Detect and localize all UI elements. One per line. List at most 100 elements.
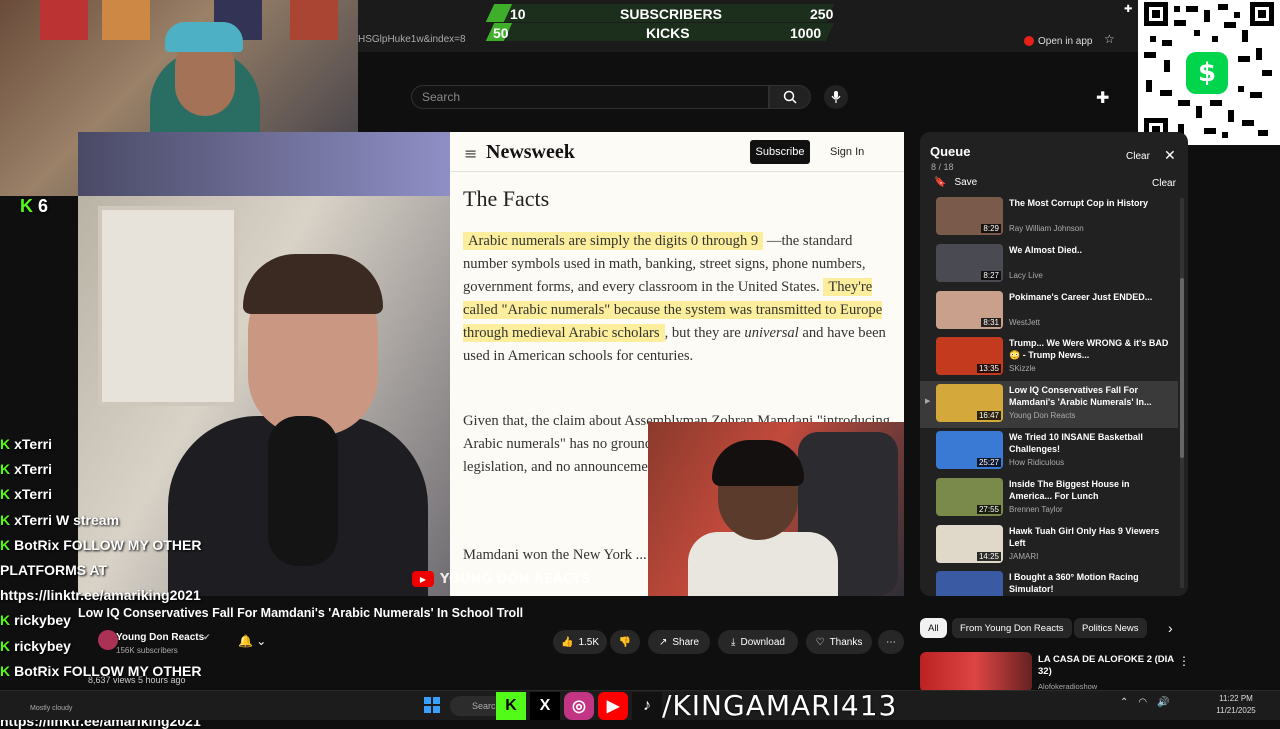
reactor-hair: [243, 254, 383, 314]
bookmark-star-icon[interactable]: ☆: [1104, 32, 1115, 46]
queue-count: 8 / 18: [931, 162, 954, 172]
sign-in-link[interactable]: Sign In: [830, 146, 864, 158]
queue-item-title[interactable]: We Tried 10 INSANE Basketball Challenges…: [1009, 431, 1169, 455]
queue-thumbnail[interactable]: 8:27: [936, 243, 1003, 282]
youtube-app-icon: [1024, 36, 1034, 46]
like-count: 1.5K: [578, 636, 600, 648]
queue-scrollbar[interactable]: [1180, 198, 1184, 588]
scrollbar-thumb[interactable]: [1180, 278, 1184, 458]
open-in-app-button[interactable]: Open in app: [1024, 32, 1093, 50]
share-label: Share: [672, 636, 700, 648]
new-tab-icon[interactable]: ✚: [1124, 4, 1138, 18]
subscribe-button[interactable]: Subscribe: [750, 140, 810, 164]
more-horizontal-icon: ⋯: [886, 636, 896, 648]
queue-thumbnail[interactable]: 14:25: [936, 524, 1003, 563]
queue-item[interactable]: ▶ 16:47 Low IQ Conservatives Fall For Mamd…: [920, 381, 1178, 428]
download-icon: ⤓: [731, 636, 736, 648]
volume-icon[interactable]: 🔊: [1157, 697, 1169, 708]
video-duration: 14:25: [976, 551, 1001, 561]
guest-webcam: [648, 422, 904, 596]
chevron-right-icon[interactable]: ›: [1168, 620, 1173, 636]
recommended-video[interactable]: LA CASA DE ALOFOKE 2 (DIA 32) Alofokerad…: [920, 652, 1190, 692]
chat-username: xTerri: [14, 461, 52, 478]
kick-follower-counter: K 6: [20, 196, 48, 217]
queue-item[interactable]: 27:55 Inside The Biggest House in America…: [920, 475, 1178, 522]
queue-thumbnail[interactable]: 27:55: [936, 477, 1003, 516]
queue-item[interactable]: 8:29 The Most Corrupt Cop in History Ray W…: [920, 194, 1178, 241]
queue-item[interactable]: 25:27 We Tried 10 INSANE Basketball Chall…: [920, 428, 1178, 475]
kick-logo-icon: K: [20, 196, 33, 216]
queue-item-title[interactable]: Hawk Tuah Girl Only Has 9 Viewers Left: [1009, 525, 1169, 549]
video-duration: 25:27: [976, 457, 1001, 467]
chevron-up-icon[interactable]: ⌃: [1120, 697, 1128, 708]
queue-item-title[interactable]: Trump... We Were WRONG & it's BAD 😳 - Tr…: [1009, 337, 1169, 361]
thanks-button[interactable]: ♡ Thanks: [806, 630, 872, 654]
system-tray[interactable]: ⌃ ◠ 🔊: [1120, 697, 1170, 708]
kick-goal-widget: 10 SUBSCRIBERS 250 50 KICKS 1000: [470, 0, 850, 44]
queue-item-title[interactable]: Low IQ Conservatives Fall For Mamdani's …: [1009, 384, 1169, 408]
address-bar-url[interactable]: HSGlpHuke1w&index=8: [358, 34, 466, 45]
chat-message: Krickybey: [0, 612, 71, 628]
queue-item[interactable]: 23:34I Bought a 360° Motion Racing Simul…: [920, 568, 1178, 596]
weather-widget[interactable]: Mostly cloudy: [30, 705, 72, 712]
goal-row-kicks: 50 KICKS 1000: [470, 21, 850, 43]
search-button[interactable]: [769, 85, 811, 109]
download-button[interactable]: ⤓ Download: [718, 630, 798, 654]
newsweek-logo: Newsweek: [486, 141, 575, 163]
chat-username: rickybey: [14, 612, 71, 629]
microphone-icon: [831, 91, 841, 103]
queue-item-channel: JAMARI: [1009, 551, 1039, 561]
youtube-logo-icon: ▶: [598, 692, 628, 720]
queue-thumbnail[interactable]: 23:34: [936, 571, 1003, 596]
queue-thumbnail[interactable]: 13:35: [936, 337, 1003, 376]
chip-politics-news[interactable]: Politics News: [1074, 618, 1147, 638]
close-icon[interactable]: ✕: [1164, 147, 1176, 164]
search-input[interactable]: Search: [411, 85, 769, 109]
queue-thumbnail[interactable]: 8:29: [936, 197, 1003, 235]
hamburger-menu-icon[interactable]: ≡: [464, 144, 477, 163]
queue-item-title[interactable]: Inside The Biggest House in America... F…: [1009, 478, 1169, 502]
queue-item-title[interactable]: I Bought a 360° Motion Racing Simulator!: [1009, 571, 1169, 595]
more-actions-button[interactable]: ⋯: [878, 630, 904, 654]
chip-from-channel[interactable]: From Young Don Reacts: [952, 618, 1072, 638]
recommended-title[interactable]: LA CASA DE ALOFOKE 2 (DIA 32): [1038, 654, 1178, 678]
windows-start-icon[interactable]: [424, 697, 440, 713]
dislike-button[interactable]: 👎: [610, 630, 640, 654]
taskbar-clock[interactable]: 11:22 PM 11/21/2025: [1205, 693, 1267, 717]
queue-clear-all-button[interactable]: Clear: [1152, 178, 1176, 189]
wifi-icon[interactable]: ◠: [1138, 697, 1147, 708]
queue-thumbnail[interactable]: 8:31: [936, 290, 1003, 329]
queue-item[interactable]: 8:31 Pokimane's Career Just ENDED... WestJ…: [920, 288, 1178, 335]
chat-message: KxTerri: [0, 436, 52, 452]
queue-thumbnail[interactable]: 25:27: [936, 430, 1003, 469]
more-options-icon[interactable]: ⋮: [1178, 654, 1190, 668]
chat-username: rickybey: [14, 637, 71, 654]
studio-microphone: [268, 416, 338, 566]
queue-item[interactable]: 13:35 Trump... We Were WRONG & it's BAD 😳…: [920, 334, 1178, 381]
queue-item[interactable]: 14:25 Hawk Tuah Girl Only Has 9 Viewers L…: [920, 522, 1178, 569]
video-duration: 13:35: [976, 364, 1001, 374]
bookshelf: [98, 206, 238, 406]
queue-item[interactable]: 8:27 We Almost Died.. Lacy Live: [920, 241, 1178, 288]
queue-thumbnail[interactable]: 16:47: [936, 384, 1003, 423]
chat-message: K BotRix FOLLOW MY OTHER: [0, 537, 201, 553]
recommended-thumbnail[interactable]: [920, 652, 1032, 692]
like-button[interactable]: 👍 1.5K: [553, 630, 607, 654]
queue-clear-button[interactable]: Clear: [1126, 151, 1150, 162]
youtube-play-icon: ▶: [412, 571, 434, 587]
queue-save-button[interactable]: 🔖 Save: [934, 177, 977, 188]
voice-search-button[interactable]: [824, 85, 848, 109]
save-label: Save: [954, 177, 978, 188]
bookmark-icon: 🔖: [934, 177, 947, 188]
chat-message: PLATFORMS AT: [0, 562, 107, 578]
chip-all[interactable]: All: [920, 618, 947, 638]
share-button[interactable]: ↗ Share: [648, 630, 710, 654]
article-paragraph-1: Arabic numerals are simply the digits 0 …: [463, 230, 893, 368]
chat-message: Krickybey: [0, 638, 71, 654]
paragraph-text: , but they are: [664, 325, 745, 341]
queue-item-title[interactable]: Pokimane's Career Just ENDED...: [1009, 291, 1169, 303]
create-icon[interactable]: ✚: [1096, 88, 1109, 108]
goal-label: KICKS: [646, 25, 690, 41]
queue-item-title[interactable]: The Most Corrupt Cop in History: [1009, 197, 1169, 209]
queue-item-title[interactable]: We Almost Died..: [1009, 244, 1169, 256]
